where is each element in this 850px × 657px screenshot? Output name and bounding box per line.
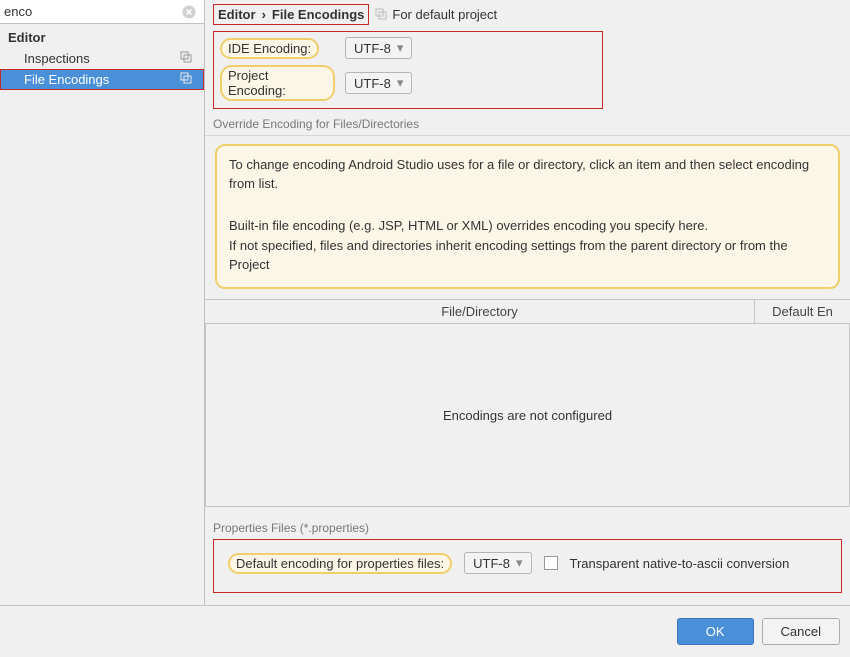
hint-line: Built-in file encoding (e.g. JSP, HTML o…	[229, 217, 826, 236]
ok-button[interactable]: OK	[677, 618, 754, 645]
copy-icon	[375, 8, 388, 21]
copy-icon	[180, 72, 192, 87]
transparent-ascii-checkbox[interactable]	[544, 556, 558, 570]
search-area	[0, 0, 204, 24]
clear-search-icon[interactable]	[180, 3, 198, 21]
sidebar-item-inspections[interactable]: Inspections	[0, 48, 204, 69]
empty-message: Encodings are not configured	[443, 408, 612, 423]
dropdown-value: UTF-8	[354, 76, 391, 91]
dropdown-value: UTF-8	[354, 41, 391, 56]
caret-down-icon: ▾	[516, 555, 523, 571]
content-panel: Editor › File Encodings For default proj…	[205, 0, 850, 605]
table-col-default-encoding[interactable]: Default En	[755, 300, 850, 323]
ide-encoding-label: IDE Encoding:	[220, 38, 319, 59]
ide-encoding-dropdown[interactable]: UTF-8 ▾	[345, 37, 412, 59]
caret-down-icon: ▾	[397, 40, 404, 56]
global-encoding-box: IDE Encoding: UTF-8 ▾ Project Encoding: …	[213, 31, 603, 109]
encodings-table-empty: Encodings are not configured	[205, 324, 850, 507]
dialog-footer: OK Cancel	[0, 605, 850, 657]
properties-section: Properties Files (*.properties) Default …	[213, 521, 842, 593]
table-col-file-directory[interactable]: File/Directory	[205, 300, 755, 323]
sidebar: Editor Inspections File Encodings	[0, 0, 205, 605]
sidebar-item-label: Inspections	[24, 51, 180, 66]
dropdown-value: UTF-8	[473, 556, 510, 571]
properties-section-title: Properties Files (*.properties)	[213, 521, 842, 539]
project-encoding-dropdown[interactable]: UTF-8 ▾	[345, 72, 412, 94]
sidebar-header: Editor	[0, 24, 204, 48]
project-encoding-label: Project Encoding:	[220, 65, 335, 101]
search-input[interactable]	[2, 0, 180, 23]
hint-line: To change encoding Android Studio uses f…	[229, 156, 826, 194]
sidebar-item-file-encodings[interactable]: File Encodings	[0, 69, 204, 90]
breadcrumb: Editor › File Encodings For default proj…	[205, 4, 850, 31]
caret-down-icon: ▾	[397, 75, 404, 91]
hint-line: If not specified, files and directories …	[229, 237, 826, 275]
sidebar-item-label: File Encodings	[24, 72, 180, 87]
transparent-ascii-label: Transparent native-to-ascii conversion	[570, 556, 790, 571]
breadcrumb-suffix: For default project	[392, 7, 497, 22]
properties-encoding-dropdown[interactable]: UTF-8 ▾	[464, 552, 531, 574]
cancel-button[interactable]: Cancel	[762, 618, 840, 645]
hint-box: To change encoding Android Studio uses f…	[215, 144, 840, 289]
copy-icon	[180, 51, 192, 66]
table-header: File/Directory Default En	[205, 299, 850, 324]
chevron-right-icon: ›	[262, 7, 266, 22]
properties-encoding-label: Default encoding for properties files:	[228, 553, 452, 574]
breadcrumb-part: Editor	[218, 7, 256, 22]
breadcrumb-part: File Encodings	[272, 7, 364, 22]
override-section-label: Override Encoding for Files/Directories	[205, 115, 850, 136]
